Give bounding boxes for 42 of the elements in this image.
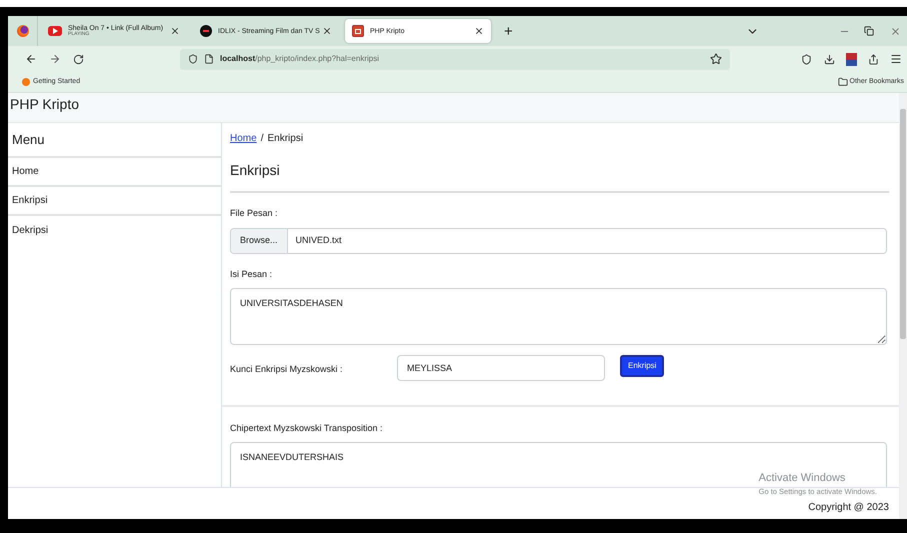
field-label: File Pesan : [230,207,279,220]
share-icon[interactable] [868,54,879,64]
shield-icon [188,54,198,64]
menu-title: Menu [12,130,45,149]
folder-icon [838,77,848,87]
field-label: Chipertext Myzskowski Transposition : [230,422,384,435]
message-textarea[interactable]: UNIVERSITASDEHASEN [230,288,887,345]
download-icon[interactable] [824,54,835,64]
back-icon[interactable] [25,53,37,65]
close-icon[interactable] [322,26,332,36]
new-tab-button[interactable]: + [500,24,517,38]
browse-button[interactable]: Browse... [231,228,288,252]
close-icon[interactable] [474,26,484,36]
address-bar[interactable]: localhost/php_kripto/index.php?hal=enkripsi [180,48,730,70]
sidebar-item[interactable]: Home [8,158,221,187]
video-icon [48,26,62,36]
breadcrumb-separator: / [260,132,264,146]
copyright-text: Copyright @ 2023 [808,501,889,515]
breadcrumb-current: Enkripsi [267,132,304,146]
star-icon[interactable] [710,53,722,65]
key-input[interactable]: MEYLISSA [397,355,605,381]
menu-icon[interactable] [890,53,902,65]
breadcrumb-link[interactable]: Home [230,131,257,146]
file-input[interactable]: Browse... UNIVED.txt [230,228,887,254]
site-title[interactable]: PHP Kripto [10,96,79,112]
page-icon [204,54,214,64]
extension-icon[interactable] [846,52,857,66]
page-icon [352,25,364,37]
field-label: Kunci Enkripsi Myzskowski : [230,363,344,376]
encrypt-button[interactable]: Enkripsi [620,355,664,377]
restore-icon[interactable] [864,26,874,36]
file-name: UNIVED.txt [296,234,342,247]
forward-icon[interactable] [49,53,61,65]
page-heading: Enkripsi [230,160,889,193]
url-text: localhost/php_kripto/index.php?hal=enkripsi [220,53,379,65]
field-label: Isi Pesan : [230,268,274,280]
scrollbar[interactable] [899,93,907,519]
close-icon[interactable] [170,26,180,36]
sidebar-item[interactable]: Enkripsi [8,187,221,216]
activation-title: Activate Windows [758,472,846,486]
reload-icon[interactable] [73,54,84,64]
sidebar-item[interactable]: Dekripsi [8,216,221,245]
